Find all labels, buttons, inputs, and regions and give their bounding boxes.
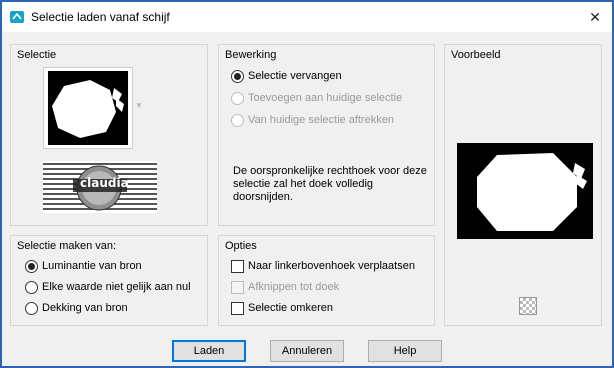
watermark-logo: claudia <box>43 161 157 213</box>
group-title-voorbeeld: Voorbeeld <box>451 49 501 61</box>
radio-selectie-vervangen[interactable]: Selectie vervangen <box>231 68 342 84</box>
cancel-button[interactable]: Annuleren <box>270 340 344 362</box>
check-afknippen[interactable]: Afknippen tot doek <box>231 279 339 295</box>
radio-label: Toevoegen aan huidige selectie <box>248 92 403 104</box>
group-title-opties: Opties <box>225 240 257 252</box>
group-selectie: Selectie ▼ claudia <box>10 44 208 226</box>
group-bewerking: Bewerking Selectie vervangen Toevoegen a… <box>218 44 435 226</box>
radio-aftrekken[interactable]: Van huidige selectie aftrekken <box>231 112 394 128</box>
radio-toevoegen[interactable]: Toevoegen aan huidige selectie <box>231 90 402 106</box>
chevron-down-icon[interactable]: ▼ <box>135 101 143 110</box>
preview-canvas <box>457 143 593 239</box>
title-bar: Selectie laden vanaf schijf ✕ <box>2 2 612 32</box>
group-opties: Opties Naar linkerbovenhoek verplaatsen … <box>218 235 435 326</box>
close-button[interactable]: ✕ <box>586 8 604 26</box>
load-button[interactable]: Laden <box>172 340 246 362</box>
checker-zoom-icon[interactable] <box>519 297 537 315</box>
group-title-selectie: Selectie <box>17 49 57 61</box>
description-text: De oorspronkelijke rechthoek voor deze s… <box>233 165 427 203</box>
checkbox-indicator[interactable] <box>231 259 244 273</box>
load-selection-icon <box>10 11 24 23</box>
check-omkeren[interactable]: Selectie omkeren <box>231 300 333 316</box>
radio-indicator[interactable] <box>25 280 38 294</box>
close-icon: ✕ <box>589 9 601 25</box>
selection-thumbnail-image <box>48 71 128 145</box>
preview-shape <box>477 153 587 231</box>
radio-label: Van huidige selectie aftrekken <box>248 114 394 126</box>
checkbox-label: Naar linkerbovenhoek verplaatsen <box>248 260 415 272</box>
radio-label: Dekking van bron <box>42 302 128 314</box>
group-voorbeeld: Voorbeeld <box>444 44 602 326</box>
help-button[interactable]: Help <box>368 340 442 362</box>
check-linkerbovenhoek[interactable]: Naar linkerbovenhoek verplaatsen <box>231 258 415 274</box>
group-selectie-maken-van: Selectie maken van: Luminantie van bron … <box>10 235 208 326</box>
radio-elke-waarde[interactable]: Elke waarde niet gelijk aan nul <box>25 279 191 295</box>
radio-indicator[interactable] <box>231 69 244 83</box>
dialog-window: Selectie laden vanaf schijf ✕ Selectie ▼ <box>0 0 614 368</box>
checkbox-label: Afknippen tot doek <box>248 281 340 293</box>
radio-indicator[interactable] <box>25 301 38 315</box>
selection-thumbnail[interactable] <box>43 67 133 149</box>
radio-luminantie[interactable]: Luminantie van bron <box>25 258 142 274</box>
radio-label: Luminantie van bron <box>42 260 142 272</box>
group-title-selectie-maken: Selectie maken van: <box>17 240 117 252</box>
radio-label: Selectie vervangen <box>248 70 342 82</box>
radio-label: Elke waarde niet gelijk aan nul <box>42 281 191 293</box>
group-title-bewerking: Bewerking <box>225 49 277 61</box>
radio-indicator[interactable] <box>25 259 38 273</box>
checkbox-label: Selectie omkeren <box>248 302 333 314</box>
dialog-title: Selectie laden vanaf schijf <box>31 10 170 24</box>
radio-indicator[interactable] <box>231 91 244 105</box>
radio-indicator[interactable] <box>231 113 244 127</box>
checkbox-indicator[interactable] <box>231 280 244 294</box>
watermark-text: claudia <box>80 176 129 190</box>
checkbox-indicator[interactable] <box>231 301 244 315</box>
radio-dekking[interactable]: Dekking van bron <box>25 300 128 316</box>
